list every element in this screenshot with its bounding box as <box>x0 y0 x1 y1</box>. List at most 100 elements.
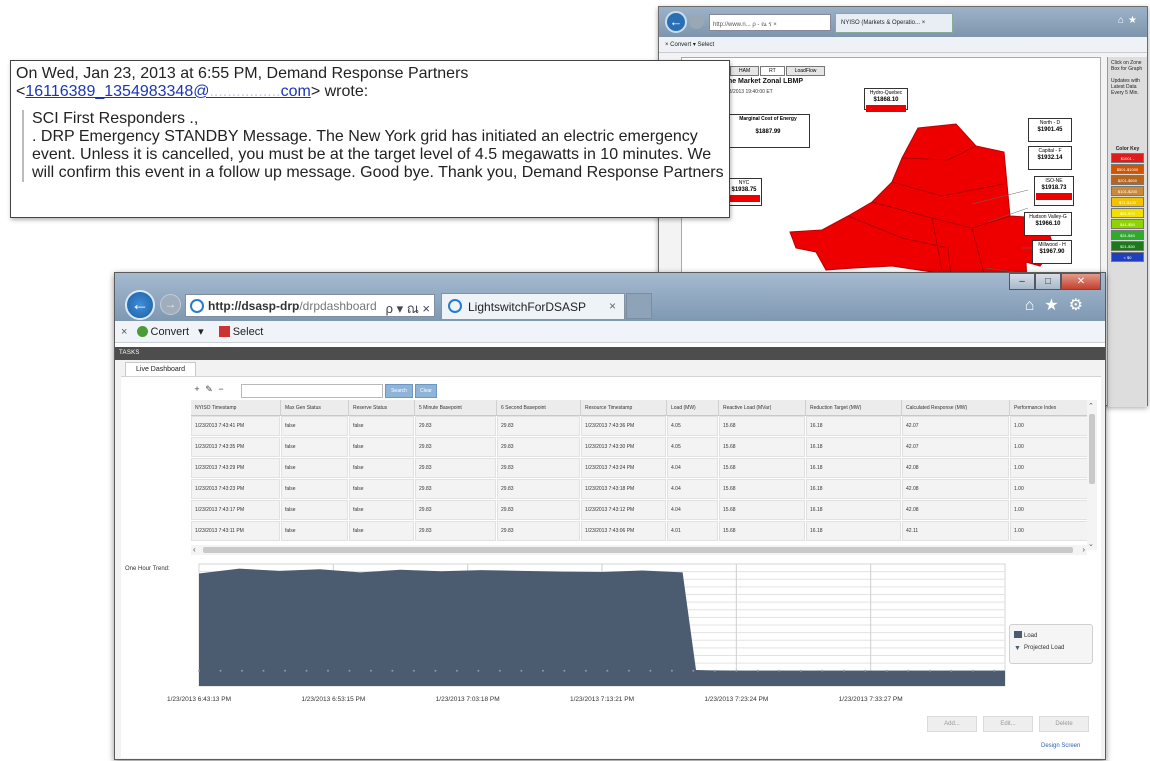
live-dashboard-screen: + ✎ − Search Clear NYISO Timestamp Max Gen … <box>121 376 1101 758</box>
column-header[interactable]: 5 Minute Basepoint <box>415 400 497 416</box>
table-cell: 42.08 <box>902 458 1010 479</box>
edit-pencil-icon[interactable]: ✎ <box>203 384 215 395</box>
add-icon[interactable]: + <box>191 384 203 394</box>
table-row[interactable]: 1/23/2013 7:43:23 PM false false 29.83 29.83… <box>191 479 1089 500</box>
back-arrow-icon[interactable]: ← <box>125 290 155 320</box>
nyiso-address-bar[interactable]: http://www.n... ρ - ณ ร × <box>709 14 831 31</box>
column-header[interactable]: Load (MW) <box>667 400 719 416</box>
delete-button[interactable]: Delete <box>1039 716 1089 732</box>
add-button[interactable]: Add... <box>927 716 977 732</box>
close-window-button[interactable]: ✕ <box>1061 273 1101 290</box>
table-cell: 15.68 <box>719 521 806 542</box>
grid-vertical-scrollbar[interactable]: ⌃ ⌄ <box>1087 400 1097 550</box>
zone-label: North - D <box>1039 120 1061 126</box>
email-quote: On Wed, Jan 23, 2013 at 6:55 PM, Demand … <box>10 60 730 218</box>
email-greeting: SCI First Responders ., <box>32 110 199 127</box>
scroll-left-icon[interactable]: ‹ <box>193 545 196 554</box>
search-input[interactable] <box>241 384 383 398</box>
forward-arrow-icon[interactable]: → <box>160 294 181 315</box>
zone-box-capital[interactable]: Capital - F $1932.14 <box>1028 146 1072 170</box>
table-row[interactable]: 1/23/2013 7:43:35 PM false false 29.83 29.83… <box>191 437 1089 458</box>
nyiso-page-timestamp: 23/2013 19:40:00 ET <box>726 89 773 95</box>
column-header[interactable]: Reduction Target (MW) <box>806 400 902 416</box>
zone-box-marginal-cost[interactable]: Marginal Cost of Energy $1887.99 <box>726 114 810 148</box>
email-message: . DRP Emergency STANDBY Message. The New… <box>32 128 724 181</box>
table-cell: 1.00 <box>1010 479 1089 500</box>
zone-box-hydro-quebec[interactable]: Hydro-Quebec $1868.10 <box>864 88 908 112</box>
browser-tab-lightswitch[interactable]: LightswitchForDSASP × <box>441 293 625 319</box>
address-bar[interactable]: http://dsasp-drp/drpdashboard ρ ▾ ณ × <box>185 294 435 317</box>
column-header[interactable]: Calculated Response (MW) <box>902 400 1010 416</box>
projected-load-marker <box>950 669 953 672</box>
search-button[interactable]: Search <box>385 384 413 398</box>
table-cell: 4.01 <box>667 521 719 542</box>
address-controls[interactable]: ρ ▾ ณ × <box>386 298 430 316</box>
projected-load-marker <box>842 669 845 672</box>
column-header[interactable]: Resource Timestamp <box>581 400 667 416</box>
scroll-thumb[interactable] <box>1089 414 1095 484</box>
design-screen-link[interactable]: Design Screen <box>1041 743 1080 749</box>
column-header[interactable]: 6 Second Basepoint <box>497 400 581 416</box>
nyiso-page-tabs: HAM RT LoadFlow <box>730 66 826 76</box>
tab-ham[interactable]: HAM <box>730 66 760 76</box>
zone-box-north[interactable]: North - D $1901.45 <box>1028 118 1072 142</box>
command-bar-close-icon[interactable]: × <box>121 326 127 338</box>
table-row[interactable]: 1/23/2013 7:43:17 PM false false 29.83 29.83… <box>191 500 1089 521</box>
tasks-bar[interactable]: TASKS <box>115 347 1105 360</box>
table-cell: 29.83 <box>497 416 581 437</box>
scroll-up-icon[interactable]: ⌃ <box>1088 402 1094 410</box>
scroll-right-icon[interactable]: › <box>1082 545 1085 554</box>
clear-button[interactable]: Clear <box>415 384 437 398</box>
column-header[interactable]: Performance Index <box>1010 400 1089 416</box>
scroll-thumb[interactable] <box>203 547 1073 553</box>
zone-price-swatch <box>1036 193 1072 200</box>
tab-loadflow[interactable]: LoadFlow <box>785 66 826 76</box>
zone-label: ISO-NE <box>1045 178 1063 184</box>
table-cell: 16.18 <box>806 458 902 479</box>
column-header[interactable]: NYISO Timestamp <box>191 400 281 416</box>
zone-box-nyc[interactable]: NYC $1938.75 <box>726 178 762 206</box>
close-tab-icon[interactable]: × <box>609 299 616 313</box>
minimize-button[interactable]: – <box>1009 273 1035 290</box>
chevron-down-icon[interactable]: ▾ <box>198 326 204 338</box>
zone-box-hudson-valley[interactable]: Hudson Valley-G $1966.10 <box>1024 212 1072 236</box>
nyiso-tools-icon[interactable]: ⌂★ <box>1118 15 1141 26</box>
zone-label: Hydro-Quebec <box>869 90 903 96</box>
zone-box-millwood[interactable]: Millwood - H $1967.90 <box>1032 240 1072 264</box>
projected-load-marker <box>498 669 501 672</box>
column-header[interactable]: Max Gen Status <box>281 400 349 416</box>
select-button[interactable]: Select <box>218 326 270 338</box>
column-header[interactable]: Reserve Status <box>349 400 415 416</box>
address-host: http://dsasp-drp <box>208 299 300 313</box>
table-cell: 4.04 <box>667 458 719 479</box>
column-header[interactable]: Reactive Load (MVar) <box>719 400 806 416</box>
data-grid[interactable]: NYISO Timestamp Max Gen Status Reserve Sta… <box>191 400 1089 543</box>
projected-load-marker <box>391 669 394 672</box>
grid-toolbar: + ✎ − <box>191 384 227 398</box>
back-arrow-icon[interactable]: ← <box>665 11 687 33</box>
zone-value: $1868.10 <box>873 97 899 103</box>
table-row[interactable]: 1/23/2013 7:43:29 PM false false 29.83 29.83… <box>191 458 1089 479</box>
table-cell: 1/23/2013 7:43:29 PM <box>191 458 281 479</box>
table-cell: 1.00 <box>1010 416 1089 437</box>
convert-button[interactable]: Convert ▾ <box>136 326 210 338</box>
edit-button[interactable]: Edit... <box>983 716 1033 732</box>
color-key: $1001 - $501-$1000 $201-$500 $101-$200 $71-$… <box>1111 153 1144 262</box>
grid-horizontal-scrollbar[interactable]: ‹ › <box>191 545 1087 555</box>
maximize-button[interactable]: □ <box>1035 273 1061 290</box>
forward-arrow-icon[interactable] <box>689 14 704 29</box>
projected-load-marker <box>799 669 802 672</box>
zone-box-iso-ne[interactable]: ISO-NE $1918.73 <box>1034 176 1074 206</box>
zone-value: $1966.10 <box>1035 221 1061 227</box>
tab-rt[interactable]: RT <box>760 66 785 76</box>
new-tab-button[interactable] <box>626 293 652 319</box>
projected-load-marker <box>627 669 630 672</box>
scroll-down-icon[interactable]: ⌄ <box>1088 540 1094 548</box>
home-favorites-tools-icons[interactable]: ⌂★⚙ <box>1025 295 1093 315</box>
table-row[interactable]: 1/23/2013 7:43:11 PM false false 29.83 29.83… <box>191 521 1089 542</box>
nyiso-tab[interactable]: NYISO (Markets & Operatio... × <box>835 13 953 33</box>
table-row[interactable]: 1/23/2013 7:43:41 PM false false 29.83 29.83… <box>191 416 1089 437</box>
remove-icon[interactable]: − <box>215 384 227 394</box>
tab-live-dashboard[interactable]: Live Dashboard <box>125 362 197 376</box>
email-address-link[interactable]: 16116389_1354983348@................com <box>25 83 310 100</box>
